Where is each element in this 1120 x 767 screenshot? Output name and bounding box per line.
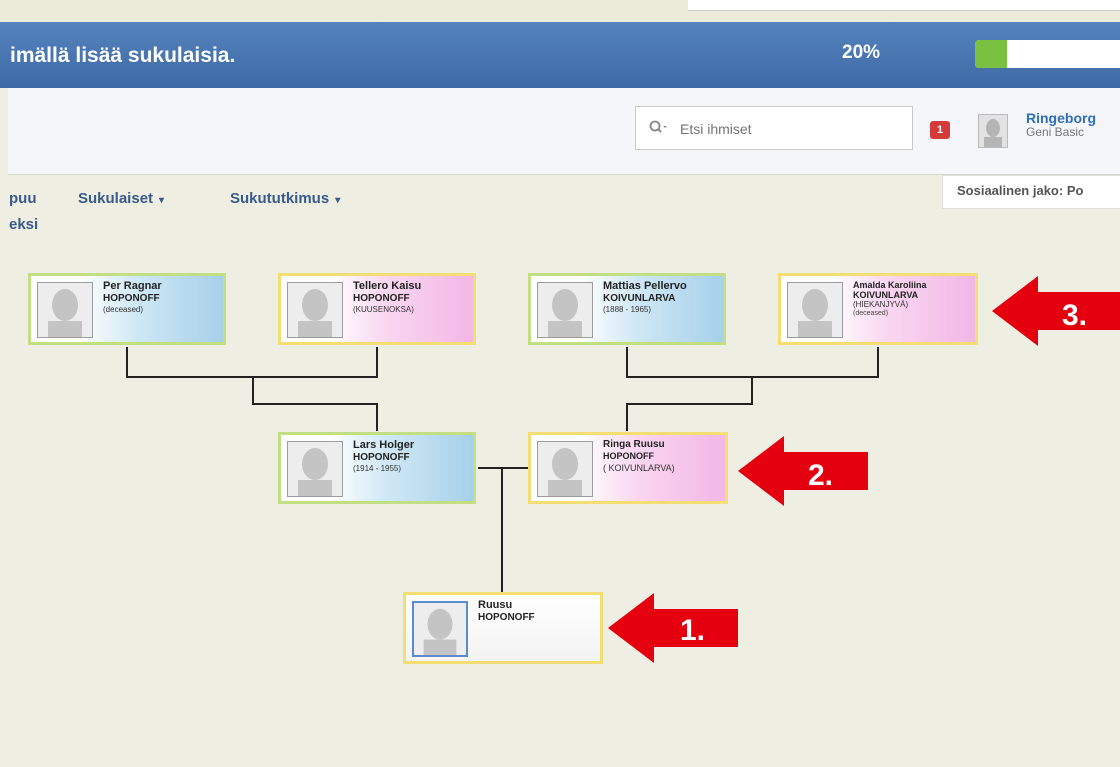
person-silhouette-icon xyxy=(548,289,582,337)
person-first-name: Tellero Kaisu xyxy=(353,280,422,292)
connector-line xyxy=(252,403,378,405)
person-details: (deceased) xyxy=(103,305,144,314)
connector-line xyxy=(252,377,254,404)
profile-photo xyxy=(412,601,468,657)
spouse-connector xyxy=(478,467,528,469)
profile-photo xyxy=(37,282,93,338)
arrow-label-2: 2. xyxy=(808,459,834,492)
nav-item-tree-line2[interactable]: eksi xyxy=(9,216,38,233)
person-first-name: Lars Holger xyxy=(353,439,415,451)
annotation-arrow-3 xyxy=(992,276,1120,346)
search-input[interactable] xyxy=(678,117,902,141)
search-icon[interactable] xyxy=(648,118,668,138)
person-card-per[interactable]: Per Ragnar HOPONOFF (deceased) xyxy=(28,273,226,345)
person-details: ( KOIVUNLARVA) xyxy=(603,463,675,473)
nav-item-tree[interactable]: puu xyxy=(9,190,37,207)
child-connector xyxy=(501,468,503,592)
person-first-name: Amalda Karoliina xyxy=(853,280,927,290)
user-avatar[interactable] xyxy=(978,114,1008,148)
progress-banner: imällä lisää sukulaisia. 20% xyxy=(0,22,1120,88)
person-card-ringa[interactable]: Ringa Ruusu HOPONOFF ( KOIVUNLARVA) xyxy=(528,432,728,504)
person-first-name: Per Ragnar xyxy=(103,280,162,292)
connector-line xyxy=(877,347,879,377)
arrow-label-3: 3. xyxy=(1062,299,1088,332)
person-first-name: Ringa Ruusu xyxy=(603,439,665,450)
banner-percent: 20% xyxy=(842,42,881,63)
person-card-tellero[interactable]: Tellero Kaisu HOPONOFF (KUUSENOKSA) xyxy=(278,273,476,345)
person-status: (deceased) xyxy=(853,310,889,317)
nav-item-tree-label: puu xyxy=(9,190,37,207)
connector-line xyxy=(626,403,753,405)
connector-line xyxy=(626,403,628,431)
connector-line xyxy=(376,347,378,377)
top-strip xyxy=(0,0,1120,22)
annotation-arrow-2 xyxy=(738,436,868,506)
connector-line xyxy=(626,347,628,377)
person-last-name: HOPONOFF xyxy=(353,293,410,304)
nav-item-tree-label-2: eksi xyxy=(9,216,39,233)
person-last-name: KOIVUNLARVA xyxy=(853,290,919,300)
person-last-name: KOIVUNLARVA xyxy=(603,293,676,304)
chevron-down-icon: ▾ xyxy=(159,195,165,206)
person-card-mattias[interactable]: Mattias Pellervo KOIVUNLARVA (1888 - 196… xyxy=(528,273,726,345)
profile-photo xyxy=(287,441,343,497)
connector-line xyxy=(126,347,128,377)
top-white-bar xyxy=(688,0,1120,11)
person-silhouette-icon xyxy=(48,289,82,337)
person-first-name: Ruusu xyxy=(478,599,513,611)
person-details: (KUUSENOKSA) xyxy=(353,305,414,314)
person-silhouette-icon xyxy=(423,608,457,655)
annotation-arrow-1 xyxy=(608,593,738,663)
person-silhouette-icon xyxy=(548,448,582,496)
search-box[interactable] xyxy=(635,106,913,150)
notification-badge[interactable]: 1 xyxy=(930,121,950,139)
chevron-down-icon: ▾ xyxy=(335,195,341,206)
person-last-name: HOPONOFF xyxy=(478,612,535,623)
nav-relatives-label: Sukulaiset xyxy=(78,190,154,207)
progress-fill xyxy=(975,40,1007,68)
person-last-name: HOPONOFF xyxy=(103,293,160,304)
header: 1 Ringeborg Geni Basic xyxy=(8,88,1120,175)
connector-line xyxy=(751,377,753,404)
person-card-amalda[interactable]: Amalda Karoliina KOIVUNLARVA (HIEKANJYVÄ… xyxy=(778,273,978,345)
profile-photo xyxy=(287,282,343,338)
person-card-ruusu[interactable]: Ruusu HOPONOFF xyxy=(403,592,603,664)
connector-line xyxy=(376,403,378,431)
person-details: (HIEKANJYVÄ) xyxy=(853,300,909,309)
person-last-name: HOPONOFF xyxy=(603,451,654,461)
nav-genealogy-label: Sukututkimus xyxy=(230,190,330,207)
nav-item-relatives[interactable]: Sukulaiset ▾ xyxy=(78,190,164,207)
person-last-name: HOPONOFF xyxy=(353,452,410,463)
person-details: (1914 - 1955) xyxy=(353,464,402,473)
person-card-lars[interactable]: Lars Holger HOPONOFF (1914 - 1955) xyxy=(278,432,476,504)
person-silhouette-icon xyxy=(298,448,332,496)
person-details: (1888 - 1965) xyxy=(603,305,652,314)
progress-bar xyxy=(975,40,1120,68)
profile-photo xyxy=(537,282,593,338)
banner-text: imällä lisää sukulaisia. xyxy=(10,44,236,67)
social-share-label[interactable]: Sosiaalinen jako: Po xyxy=(942,175,1120,209)
person-first-name: Mattias Pellervo xyxy=(603,280,687,292)
person-silhouette-icon xyxy=(298,289,332,337)
profile-photo xyxy=(537,441,593,497)
user-plan: Geni Basic xyxy=(1026,125,1085,139)
profile-photo xyxy=(787,282,843,338)
arrow-label-1: 1. xyxy=(680,614,706,647)
user-name-link[interactable]: Ringeborg xyxy=(1026,110,1096,126)
person-silhouette-icon xyxy=(798,289,832,337)
nav-item-genealogy[interactable]: Sukututkimus ▾ xyxy=(230,190,340,207)
avatar-silhouette-icon xyxy=(984,119,1002,147)
